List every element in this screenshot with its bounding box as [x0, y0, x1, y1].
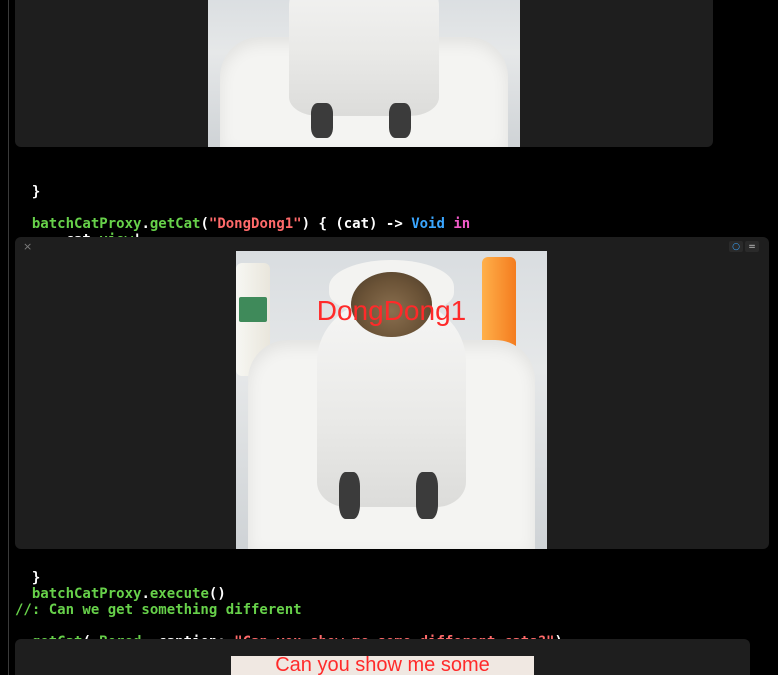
- in-keyword: in: [453, 216, 471, 232]
- cat-leg: [310, 103, 333, 138]
- method-name: getCat: [149, 216, 201, 232]
- close-icon[interactable]: ×: [23, 240, 32, 253]
- code-line-execute[interactable]: batchCatProxy.execute(): [15, 570, 226, 602]
- closure-signature: ) { (cat) ->: [301, 216, 412, 232]
- code-line-view[interactable]: cat.view!: [15, 216, 142, 248]
- towel: [289, 0, 439, 116]
- type-keyword: Void: [411, 216, 445, 232]
- dot: .: [141, 216, 150, 232]
- image-caption: DongDong1: [316, 295, 467, 326]
- object-name: batchCatProxy: [31, 586, 142, 602]
- result-panel-dongdong1: × ○ = DongDong1: [15, 237, 769, 549]
- cat-leg: [388, 103, 411, 138]
- editor-gutter: [0, 0, 9, 675]
- code-line-getcat[interactable]: batchCatProxy.getCat("DongDong1") { (cat…: [15, 200, 470, 232]
- result-panel-top: [15, 0, 713, 147]
- method-name: execute: [149, 586, 209, 602]
- parens: (): [208, 586, 226, 602]
- code-line-closing-brace[interactable]: }: [15, 168, 40, 200]
- string-literal: "DongDong1": [208, 216, 302, 232]
- cat-image-bottom: Can you show me some: [231, 656, 534, 675]
- list-icon[interactable]: =: [745, 241, 759, 252]
- cat-leg: [338, 471, 361, 520]
- cat-image-top: [208, 0, 520, 147]
- panel-view-controls: ○ =: [729, 241, 759, 252]
- open-paren: (: [200, 216, 209, 232]
- circle-icon[interactable]: ○: [729, 241, 743, 252]
- code-line-getcat-bored[interactable]: getCat(.Bored, caption: "Can you show me…: [15, 618, 563, 650]
- image-caption: Can you show me some: [275, 656, 490, 675]
- cat-leg: [416, 471, 439, 520]
- cat-image: DongDong1: [236, 251, 547, 549]
- dot: .: [141, 586, 150, 602]
- code-line-closing-brace[interactable]: }: [15, 554, 40, 586]
- code-line-comment[interactable]: //: Can we get something different: [15, 602, 302, 618]
- closing-brace: }: [31, 184, 41, 200]
- result-panel-bored: Can you show me some: [15, 639, 750, 675]
